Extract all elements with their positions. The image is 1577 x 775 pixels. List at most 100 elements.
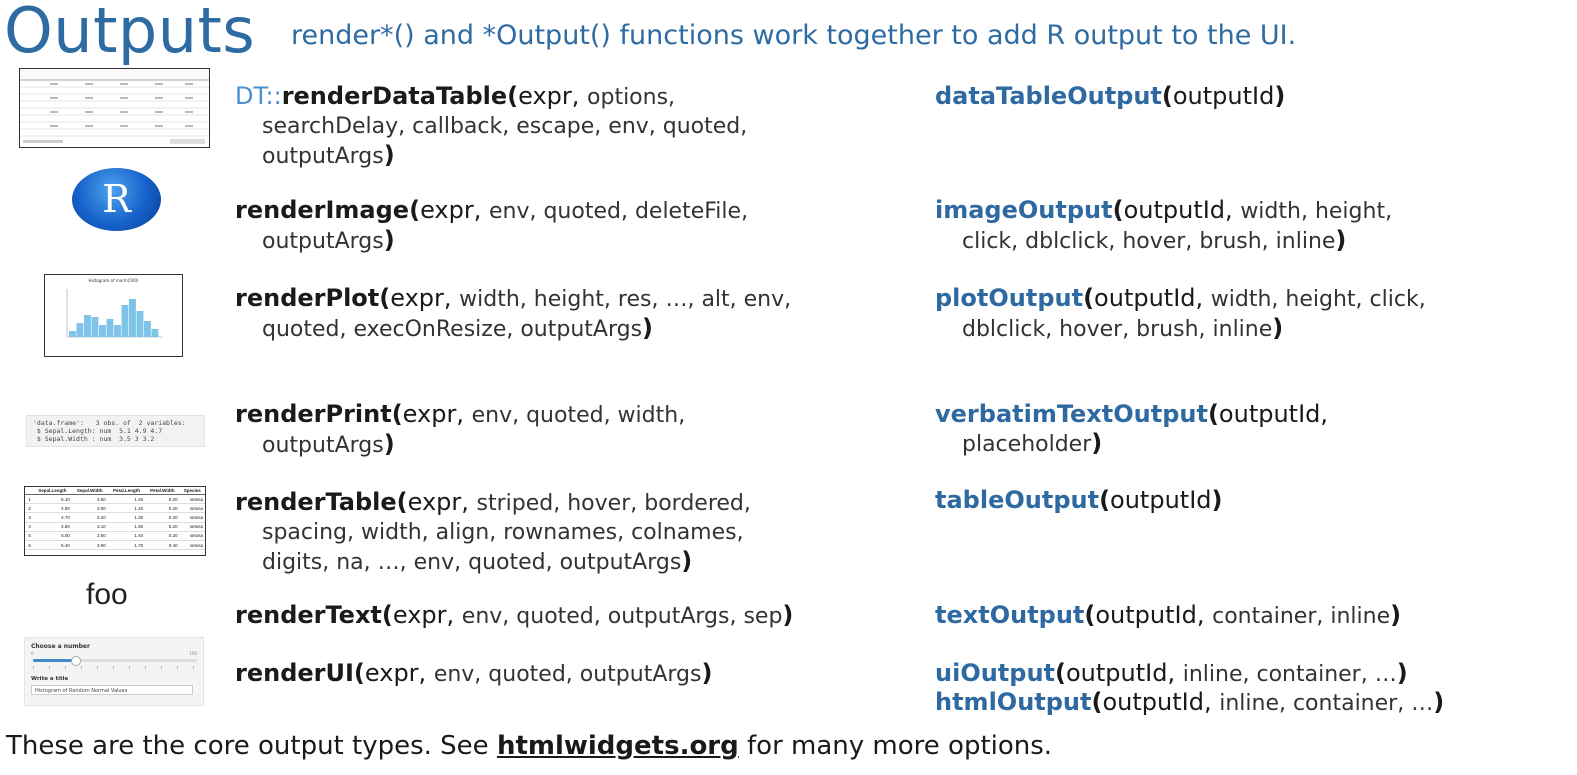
render-datatable-args-line2: searchDelay, callback, escape, env, quot… <box>262 114 748 139</box>
ui-slider-max: 100 <box>189 651 197 656</box>
table-row: 3 4.70 3.20 1.30 0.20 setosa <box>25 512 205 523</box>
hist-bar <box>84 315 91 337</box>
page-subtitle: render*() and *Output() functions work t… <box>291 20 1297 51</box>
render-datatable-expr: expr, <box>518 82 580 110</box>
table-cell: setosa <box>179 503 205 514</box>
ui-text-label: Write a title <box>31 676 69 682</box>
ui-thumbnail: Choose a number 0 100 Write a title Hist… <box>24 637 204 706</box>
render-datatable-args-line3: outputArgs <box>262 144 384 169</box>
plot-output-args-line2: dblclick, hover, brush, inline <box>962 317 1273 342</box>
hist-bar <box>144 321 151 337</box>
render-image-signature: renderImage(expr, env, quoted, deleteFil… <box>235 196 749 254</box>
ui-output-args: inline, container, … <box>1182 662 1397 687</box>
datatable-output-id: outputId <box>1172 82 1275 110</box>
table-cell: setosa <box>179 512 205 523</box>
table-cell: 5.40 <box>32 540 72 551</box>
table-cell: 0.40 <box>145 540 180 551</box>
r-logo-letter: R <box>102 177 131 221</box>
table-header-cell: Species <box>179 487 205 495</box>
table-cell: 1 <box>25 494 33 505</box>
render-print-signature: renderPrint(expr, env, quoted, width, ou… <box>235 400 686 458</box>
table-cell: 4 <box>25 522 33 532</box>
plot-thumbnail: Histogram of rnorm(500) <box>44 274 183 357</box>
htmlwidgets-link[interactable]: htmlwidgets.org <box>497 731 739 761</box>
plot-output-args: width, height, click, <box>1210 287 1426 312</box>
datatable-output-fn: dataTableOutput <box>935 82 1162 110</box>
table-cell: 1.70 <box>107 540 146 551</box>
render-print-expr: expr, <box>402 400 464 428</box>
footer-text-before: These are the core output types. See <box>6 731 497 761</box>
table-cell: setosa <box>179 494 205 505</box>
table-cell: 6 <box>25 540 33 551</box>
image-output-args: width, height, <box>1240 199 1393 224</box>
table-cell: 0.20 <box>145 494 180 505</box>
render-datatable-signature: DT::renderDataTable(expr, options, searc… <box>235 82 748 169</box>
print-line: $ Sepal.Width : num 3.5 3 3.2 <box>33 435 155 443</box>
hist-bar <box>136 311 144 337</box>
verbatim-output-id: outputId, <box>1218 400 1329 428</box>
image-output-id: outputId, <box>1123 196 1233 224</box>
table-header-row: Sepal.Length Sepal.Width Petal.Length Petal… <box>25 487 205 495</box>
render-plot-args: width, height, res, …, alt, env, <box>459 287 792 312</box>
render-table-expr: expr, <box>407 488 469 516</box>
histogram-chart <box>66 289 163 338</box>
table-header-cell: Petal.Width <box>145 487 180 495</box>
ui-slider-handle[interactable] <box>71 656 81 666</box>
html-output-args: inline, container, … <box>1219 691 1434 716</box>
dt-prefix: DT:: <box>235 82 282 110</box>
ui-slider-track[interactable] <box>33 656 197 666</box>
table-row: 4 4.60 3.10 1.50 0.20 setosa <box>25 522 205 532</box>
table-cell: 3.00 <box>71 503 108 514</box>
render-image-fn: renderImage <box>235 196 410 224</box>
verbatim-output-fn: verbatimTextOutput <box>935 400 1208 428</box>
verbatim-output-args-line2: placeholder <box>962 432 1092 457</box>
render-ui-signature: renderUI(expr, env, quoted, outputArgs) <box>235 659 713 687</box>
render-image-args: env, quoted, deleteFile, <box>488 199 749 224</box>
table-cell: 3.50 <box>71 494 108 505</box>
table-cell: 5.00 <box>32 531 72 541</box>
table-cell: 0.20 <box>145 531 180 541</box>
plot-output-fn: plotOutput <box>935 284 1084 312</box>
table-cell: 3.60 <box>71 531 108 541</box>
render-text-signature: renderText(expr, env, quoted, outputArgs… <box>235 601 794 629</box>
ui-slider-ticks <box>33 666 197 669</box>
table-header-cell: Petal.Length <box>107 487 146 495</box>
footer-text-after: for many more options. <box>738 731 1053 761</box>
render-ui-fn: renderUI <box>235 659 354 687</box>
text-output-args: container, inline <box>1212 604 1391 629</box>
ui-slider-fill <box>33 659 75 662</box>
table-row: 6 5.40 3.90 1.70 0.40 setosa <box>25 540 205 551</box>
table-output-id: outputId <box>1110 486 1212 514</box>
table-cell: 2 <box>25 503 33 514</box>
table-row: 1 5.10 3.50 1.40 0.20 setosa <box>25 494 205 505</box>
print-line: 'data.frame': 3 obs. of 2 variables: <box>33 419 186 427</box>
render-table-fn: renderTable <box>235 488 397 516</box>
table-cell: 0.20 <box>145 522 180 532</box>
render-image-expr: expr, <box>420 196 482 224</box>
hist-bar <box>151 329 159 337</box>
render-text-expr: expr, <box>392 601 455 629</box>
render-plot-signature: renderPlot(expr, width, height, res, …, … <box>235 284 792 342</box>
table-header-cell: Sepal.Length <box>32 487 72 495</box>
render-text-args: env, quoted, outputArgs, sep <box>461 604 783 629</box>
datatable-thumbnail <box>19 68 210 148</box>
ui-output-fn: uiOutput <box>935 659 1056 687</box>
image-output-signature: imageOutput(outputId, width, height, cli… <box>935 196 1393 254</box>
render-plot-fn: renderPlot <box>235 284 380 312</box>
table-cell: 3.20 <box>71 512 108 523</box>
table-cell: 1.40 <box>107 494 146 505</box>
table-cell: 0.20 <box>145 503 180 514</box>
hist-bar <box>76 323 84 337</box>
render-table-args-line2: spacing, width, align, rownames, colname… <box>262 520 744 545</box>
table-row: 2 4.90 3.00 1.40 0.20 setosa <box>25 503 205 514</box>
ui-text-input[interactable]: Histogram of Random Normal Values <box>31 685 193 695</box>
r-logo-icon: R <box>72 168 161 231</box>
ui-output-signature: uiOutput(outputId, inline, container, …) <box>935 659 1408 687</box>
hist-bar <box>99 325 106 337</box>
render-table-args: striped, hover, bordered, <box>476 491 751 516</box>
ui-slider-label: Choose a number <box>31 643 90 650</box>
table-output-fn: tableOutput <box>935 486 1100 514</box>
table-cell: setosa <box>179 522 205 532</box>
table-cell: 1.50 <box>107 522 146 532</box>
render-print-fn: renderPrint <box>235 400 392 428</box>
